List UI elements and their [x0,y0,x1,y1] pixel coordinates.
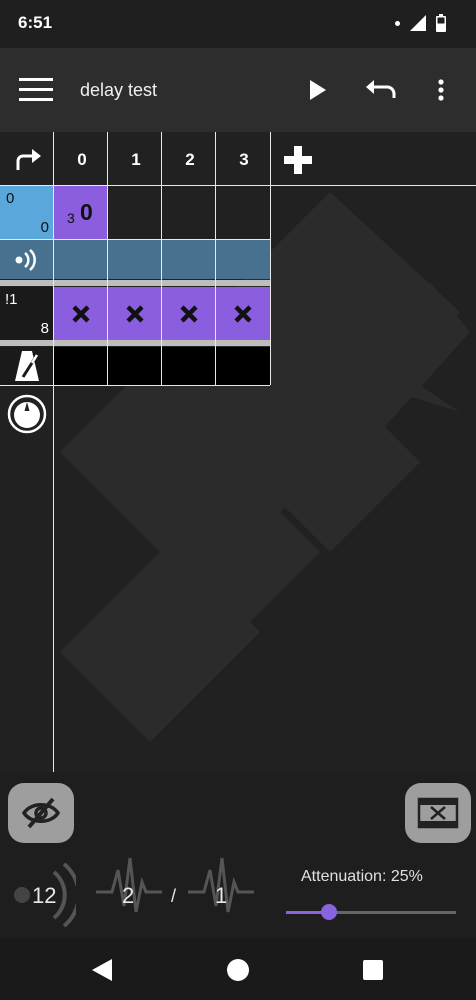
song-title: delay test [80,80,158,100]
drum-cell-0[interactable] [54,287,107,340]
tempo-row-header[interactable] [0,347,53,385]
drum-channel-number: !1 [5,291,18,308]
x-mark-icon [234,304,252,323]
x-mark-icon [71,304,90,323]
tempo-cell-1[interactable] [108,347,161,385]
more-vertical-icon [438,79,444,101]
undo-button[interactable] [362,72,400,108]
drum-cell-1[interactable] [108,287,161,340]
status-icons [395,14,446,32]
x-mark-icon [179,304,198,323]
app-toolbar: delay test [0,48,476,132]
grid-line [53,132,54,772]
row-separator [0,280,270,286]
more-options-button[interactable] [428,72,454,108]
add-column-button[interactable] [280,142,316,178]
recents-button[interactable] [357,954,389,986]
battery-icon [436,14,446,32]
pitch-slash: / [171,886,177,906]
tempo-cell-3[interactable] [216,347,270,385]
attenuation-label: Attenuation: 25% [301,868,423,885]
cell-big-value: 0 [80,199,93,225]
pattern-cell-0-0[interactable]: 3 0 [54,186,107,239]
effects-row-cell-0[interactable] [54,240,107,279]
column-header-2[interactable]: 2 [163,150,217,170]
back-triangle-icon [92,959,112,981]
volume-knob-button[interactable] [6,393,48,435]
play-button[interactable] [300,72,336,108]
grid-line [161,132,162,385]
drum-channel-instrument: 8 [40,320,49,337]
column-header-0[interactable]: 0 [55,150,109,170]
toggle-visibility-button[interactable] [8,783,74,843]
effects-row-header[interactable] [0,240,53,279]
attenuation-slider-thumb[interactable] [320,904,337,920]
column-header-3[interactable]: 3 [217,150,271,170]
back-button[interactable] [86,954,118,986]
row-separator [0,340,270,346]
menu-button[interactable] [16,72,56,108]
channel-instrument: 0 [40,219,49,236]
clear-icon [417,797,459,829]
pitch-numerator[interactable]: 2 [122,883,134,909]
play-icon [310,80,326,100]
effects-row-cell-1[interactable] [108,240,161,279]
grid-line [0,239,270,240]
hamburger-menu-icon [19,78,53,101]
drum-channel-header[interactable]: !1 8 [0,287,53,340]
eye-off-icon [21,797,61,829]
drum-cell-3[interactable] [216,287,270,340]
volume-value[interactable]: 12 [32,883,56,909]
system-nav-bar [0,938,476,1000]
column-header-1[interactable]: 1 [109,150,163,170]
grid-line [215,132,216,385]
effects-row-cell-2[interactable] [162,240,215,279]
knob-icon [7,394,47,434]
grid-line [270,132,271,385]
broadcast-icon [15,248,36,271]
attenuation-slider-track[interactable] [286,911,456,914]
status-bar: 6:51 [0,0,476,48]
recents-square-icon [363,960,383,980]
cell-small-value: 3 [67,210,75,226]
tempo-cell-2[interactable] [162,347,215,385]
status-time: 6:51 [18,13,53,32]
drum-cell-2[interactable] [162,287,215,340]
grid-line [107,132,108,385]
undo-icon [366,80,396,98]
home-circle-icon [227,959,249,981]
plus-icon [284,146,312,174]
grid-line [0,185,476,186]
home-button[interactable] [222,954,254,986]
effects-row-cell-3[interactable] [216,240,270,279]
redo-arrow-button[interactable] [8,142,48,178]
grid-line [0,385,270,386]
redirect-arrow-icon [16,149,41,170]
channel-number: 0 [6,190,15,207]
signal-icon [410,15,426,31]
tempo-cell-0[interactable] [54,347,107,385]
x-mark-icon [125,304,144,323]
metronome-icon [14,351,39,381]
clear-selection-button[interactable] [405,783,471,843]
notification-dot-icon [395,20,400,26]
pitch-denominator[interactable]: 1 [215,883,227,909]
channel-header-0[interactable]: 0 0 [0,186,53,239]
